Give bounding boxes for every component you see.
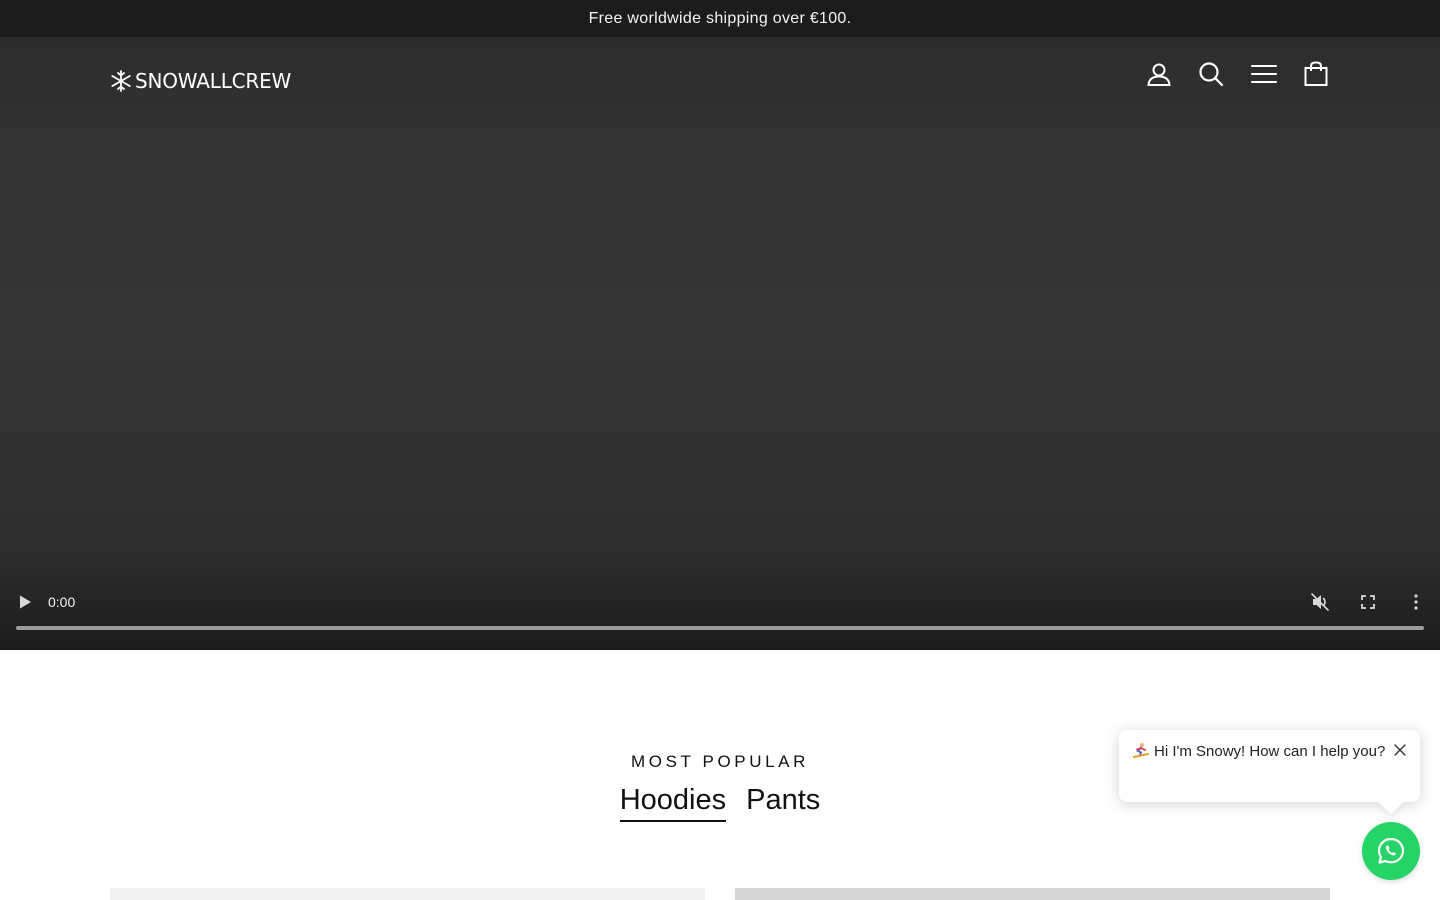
product-card[interactable] [735, 888, 1330, 900]
site-logo[interactable]: SNOWALLCREW [110, 70, 291, 92]
close-icon[interactable] [1393, 743, 1407, 757]
hero-video[interactable]: SNOWALLCREW 0:00 [0, 37, 1440, 650]
account-icon [1147, 63, 1171, 86]
product-card[interactable] [110, 888, 705, 900]
announcement-text: Free worldwide shipping over €100. [588, 9, 852, 27]
snowflake-logo-icon [111, 70, 131, 92]
search-icon [1199, 62, 1224, 87]
tab-hoodies[interactable]: Hoodies [619, 782, 727, 822]
video-controls: 0:00 [0, 585, 1440, 650]
account-button[interactable] [1144, 59, 1174, 89]
whatsapp-chat-button[interactable] [1362, 822, 1420, 880]
muted-icon[interactable] [1310, 592, 1330, 612]
whatsapp-icon [1377, 837, 1405, 864]
fullscreen-icon[interactable] [1358, 592, 1378, 612]
chat-greeting: Hi I'm Snowy! How can I help you? [1132, 742, 1385, 760]
cart-icon [1304, 61, 1328, 86]
search-button[interactable] [1196, 59, 1226, 89]
video-time: 0:00 [48, 594, 76, 610]
chat-popup[interactable]: Hi I'm Snowy! How can I help you? [1119, 730, 1420, 802]
logo-wordmark: SNOWALLCREW [135, 69, 292, 93]
video-progress-bar[interactable] [16, 626, 1424, 630]
cart-button[interactable] [1301, 59, 1331, 89]
more-options-icon[interactable] [1406, 592, 1426, 612]
tab-pants[interactable]: Pants [746, 782, 820, 822]
chat-message: Hi I'm Snowy! How can I help you? [1154, 742, 1386, 760]
announcement-bar: Free worldwide shipping over €100. [0, 0, 1440, 37]
snowboarder-icon [1133, 743, 1149, 758]
menu-button[interactable] [1249, 59, 1279, 89]
play-icon[interactable] [16, 593, 34, 611]
hamburger-menu-icon [1251, 65, 1277, 83]
